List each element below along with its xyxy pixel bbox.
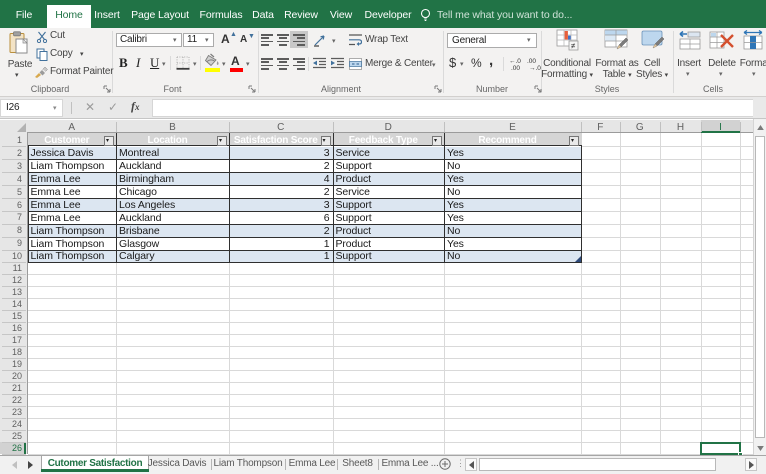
svg-text:←.0: ←.0 <box>509 58 521 65</box>
svg-text:.00: .00 <box>511 65 520 71</box>
svg-text:.00: .00 <box>527 58 536 65</box>
svg-text:≠: ≠ <box>571 42 576 51</box>
